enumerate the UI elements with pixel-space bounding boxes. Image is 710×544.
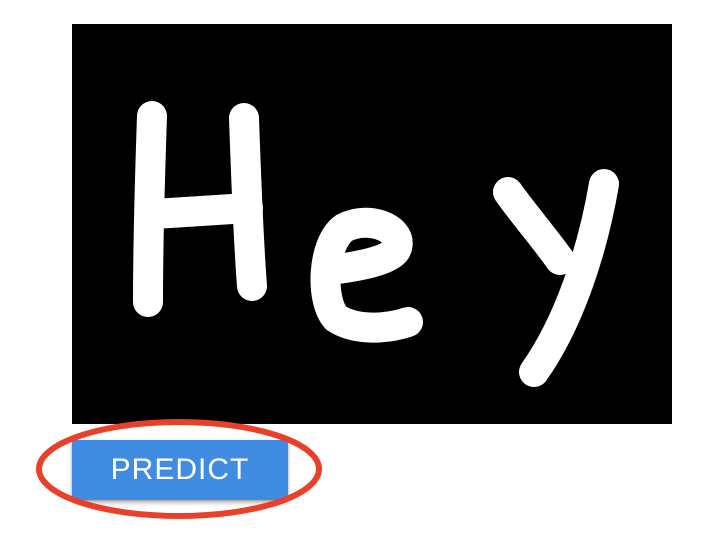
drawing-canvas-surface[interactable] — [72, 24, 672, 424]
app-stage: PREDICT — [0, 0, 710, 544]
drawing-canvas[interactable] — [72, 24, 672, 424]
predict-button[interactable]: PREDICT — [72, 440, 288, 500]
stroke-h-right — [229, 103, 267, 301]
